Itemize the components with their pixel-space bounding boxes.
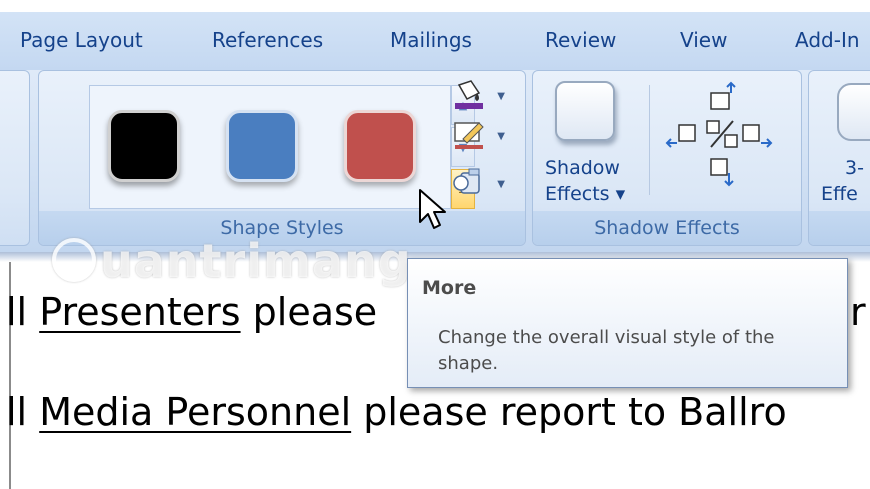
fill-color-icon [455,80,483,109]
more-tooltip: More Change the overall visual style of … [407,258,848,388]
previous-group [0,70,30,246]
shadow-nudge-controls [665,81,773,187]
shape-styles-gallery [89,85,451,209]
line1-underlined: Presenters [39,290,241,334]
nudge-left-icon[interactable] [665,124,696,148]
nudge-up-icon[interactable] [710,81,736,110]
3d-effects-icon[interactable] [837,83,870,141]
line2-underlined: Media Personnel [39,390,352,434]
line1-prefix: ll [6,290,40,334]
line2-suffix: please report to Ballro [351,390,787,434]
document-line-1[interactable]: ll Presenters please [6,290,377,334]
3d-effects-label-line1[interactable]: 3- [845,157,864,179]
3d-effects-group-label [809,211,870,245]
shape-outline-button[interactable]: ▼ [451,119,507,151]
shadow-effects-label-line1[interactable]: Shadow [545,157,620,179]
line2-prefix: ll [6,390,40,434]
shape-fill-button[interactable]: ▼ [451,79,507,111]
tab-references[interactable]: References [212,28,323,52]
3d-effects-group: 3- Effe [808,70,870,246]
tab-review[interactable]: Review [545,28,616,52]
nudge-right-icon[interactable] [742,124,773,148]
word-window: Page Layout References Mailings Review V… [0,0,870,489]
tab-mailings[interactable]: Mailings [390,28,472,52]
tab-add-ins[interactable]: Add-In [795,28,860,52]
mouse-pointer-icon [419,189,446,229]
outline-pen-icon [454,122,484,149]
shape-style-black[interactable] [108,110,180,182]
title-bar-strip [0,0,870,12]
line1-suffix: please [240,290,378,334]
shadow-effects-group-label: Shadow Effects [533,211,801,245]
ribbon-tab-bar: Page Layout References Mailings Review V… [0,12,870,70]
3d-effects-label-line2[interactable]: Effe [821,183,858,205]
tab-page-layout[interactable]: Page Layout [20,28,143,52]
watermark-text: uantrimang [100,234,412,288]
shape-styles-group: ▲ ▼ ☰ ▼ ▼ [38,70,526,246]
document-line-1-tail: r [850,290,866,334]
nudge-down-icon[interactable] [710,158,734,187]
watermark-logo [52,238,96,282]
tooltip-title: More [422,277,477,299]
group-separator [649,85,650,195]
tooltip-description: Change the overall visual style of the s… [438,327,775,374]
document-line-2[interactable]: ll Media Personnel please report to Ball… [6,390,787,434]
shape-style-blue[interactable] [226,110,298,182]
change-shape-button[interactable]: ▼ [451,167,507,199]
shadow-effects-label-line2[interactable]: Effects ▾ [545,183,625,205]
shape-effects-icon [453,168,480,194]
shape-style-red[interactable] [344,110,416,182]
toggle-shadow-icon[interactable] [706,120,738,148]
shadow-icon[interactable] [555,81,615,141]
tab-view[interactable]: View [680,28,727,52]
shadow-effects-group: Shadow Effects ▾ Shadow Effects [532,70,802,246]
